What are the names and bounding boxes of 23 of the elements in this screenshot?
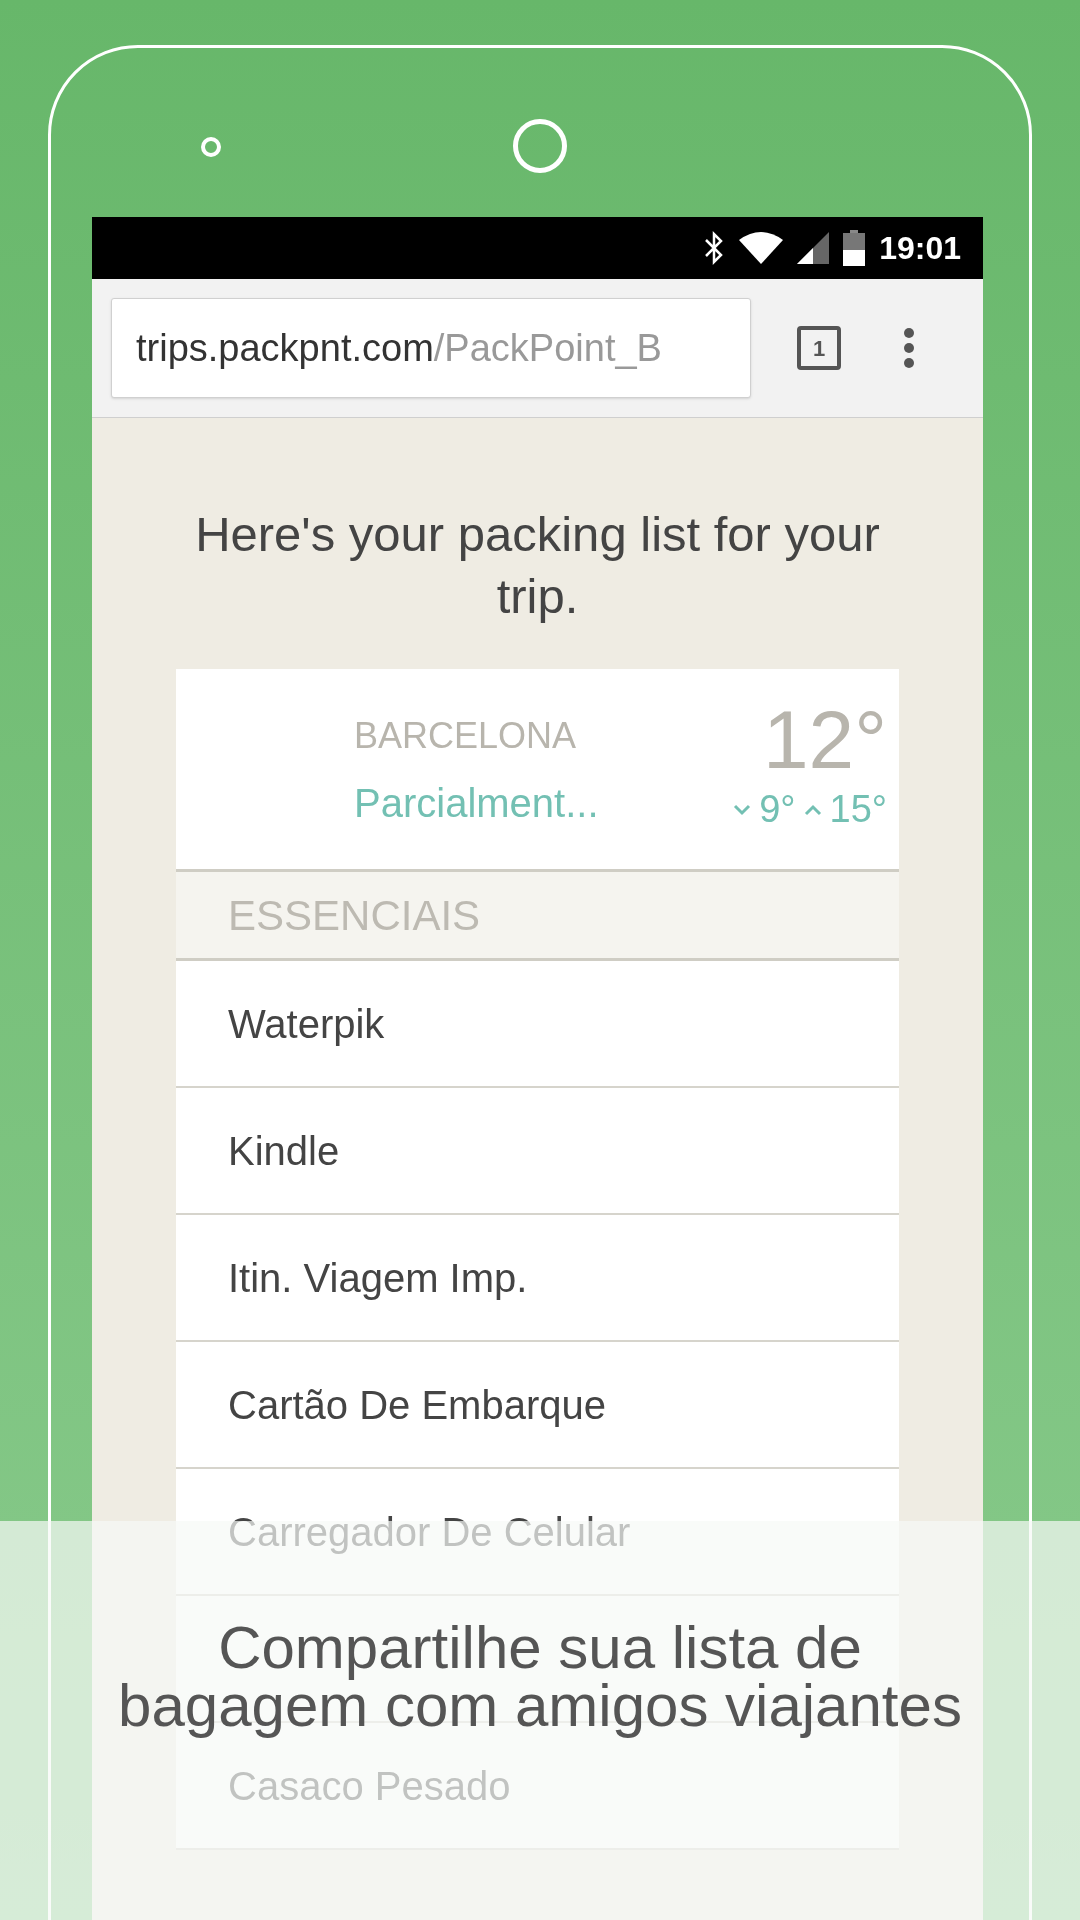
- signal-icon: [797, 232, 830, 264]
- city-name: BARCELONA: [354, 714, 578, 758]
- chevron-down-icon: [733, 803, 752, 816]
- list-item[interactable]: Waterpik: [176, 961, 899, 1088]
- temperature: 12°: [763, 699, 887, 781]
- list-item[interactable]: Cartão De Embarque: [176, 1342, 899, 1469]
- wifi-icon: [739, 232, 784, 264]
- list-item[interactable]: Itin. Viagem Imp.: [176, 1215, 899, 1342]
- list-item[interactable]: Kindle: [176, 1088, 899, 1215]
- tab-count-button[interactable]: 1: [797, 326, 841, 370]
- status-time: 19:01: [879, 229, 961, 268]
- menu-icon[interactable]: [903, 327, 915, 369]
- battery-icon: [843, 230, 866, 266]
- page-heading: Here's your packing list for your trip.: [194, 506, 881, 625]
- caption-text: Compartilhe sua lista de bagagem com amigos viajantes: [117, 1619, 963, 1737]
- chevron-up-icon: [803, 803, 822, 816]
- weather-condition: Parcialment...: [354, 780, 599, 827]
- sensor-icon: [201, 137, 221, 157]
- url-field[interactable]: trips.packpnt.com/PackPoint_B: [111, 298, 751, 398]
- camera-icon: [513, 119, 567, 173]
- category-title: ESSENCIAIS: [228, 890, 481, 941]
- low-temperature: 9°: [759, 787, 796, 832]
- high-temperature: 15°: [829, 787, 887, 832]
